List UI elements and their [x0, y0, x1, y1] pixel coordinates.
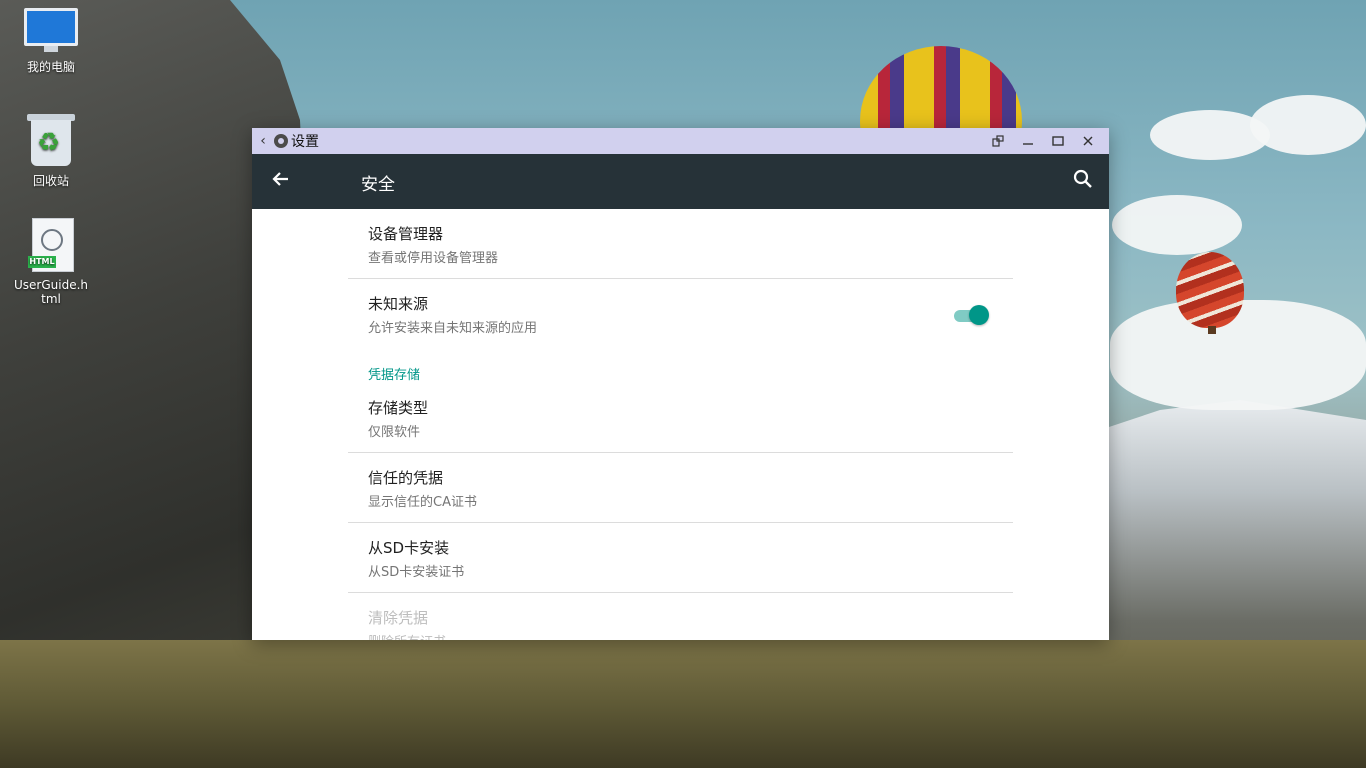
window-controls — [983, 128, 1103, 154]
setting-title: 未知来源 — [368, 295, 429, 313]
setting-summary: 删除所有证书 — [368, 631, 446, 640]
rotate-icon[interactable] — [983, 128, 1013, 154]
gear-icon — [274, 134, 288, 148]
unknown-sources-toggle[interactable] — [954, 305, 989, 325]
recycle-bin-icon: ♻ — [27, 114, 75, 168]
wallpaper-cloud — [1112, 195, 1242, 255]
desktop-icon-label: 我的电脑 — [26, 60, 75, 74]
setting-summary: 仅限软件 — [368, 425, 421, 440]
desktop-icon-userguide-html[interactable]: HTML UserGuide.h tml — [11, 218, 91, 306]
page-title: 安全 — [361, 175, 395, 195]
minimize-icon[interactable] — [1013, 128, 1043, 154]
setting-summary: 显示信任的CA证书 — [368, 495, 477, 510]
setting-unknown-sources[interactable]: 未知来源 允许安装来自未知来源的应用 — [348, 279, 1013, 349]
setting-title: 从SD卡安装 — [368, 539, 450, 557]
globe-icon — [41, 229, 63, 251]
setting-install-from-sd[interactable]: 从SD卡安装 从SD卡安装证书 — [348, 523, 1013, 593]
window-titlebar[interactable]: ‹ 设置 — [252, 128, 1109, 154]
wallpaper-balloon-basket — [1208, 326, 1216, 334]
html-badge: HTML — [28, 256, 56, 268]
setting-summary: 从SD卡安装证书 — [368, 565, 465, 580]
wallpaper-balloon-small — [1176, 252, 1244, 328]
setting-summary: 允许安装来自未知来源的应用 — [368, 321, 538, 336]
computer-icon — [24, 8, 78, 54]
back-arrow-icon[interactable] — [268, 168, 294, 194]
wallpaper-cloud — [1250, 95, 1366, 155]
window-title: 设置 — [291, 134, 319, 150]
desktop-icon-recycle-bin[interactable]: ♻ 回收站 — [11, 114, 91, 189]
html-file-icon: HTML — [28, 218, 74, 274]
settings-list: 设备管理器 查看或停用设备管理器 未知来源 允许安装来自未知来源的应用 凭据存储… — [252, 209, 1109, 640]
desktop-icon-my-computer[interactable]: 我的电脑 — [11, 8, 91, 75]
back-chevron-icon[interactable]: ‹ — [252, 133, 274, 149]
setting-title: 存储类型 — [368, 399, 429, 417]
section-header-credential-storage: 凭据存储 — [368, 368, 421, 383]
setting-title: 清除凭据 — [368, 609, 429, 627]
setting-clear-credentials: 清除凭据 删除所有证书 — [348, 593, 1013, 640]
setting-title: 设备管理器 — [368, 225, 444, 243]
desktop-icon-label: UserGuide.h tml — [13, 278, 88, 306]
wallpaper-ground — [0, 640, 1366, 768]
wallpaper-cloud — [1110, 300, 1366, 410]
maximize-icon[interactable] — [1043, 128, 1073, 154]
setting-title: 信任的凭据 — [368, 469, 444, 487]
app-toolbar: 安全 — [252, 154, 1109, 209]
setting-device-admin[interactable]: 设备管理器 查看或停用设备管理器 — [348, 209, 1013, 279]
desktop-icon-label: 回收站 — [32, 174, 69, 188]
setting-trusted-credentials[interactable]: 信任的凭据 显示信任的CA证书 — [348, 453, 1013, 523]
search-icon[interactable] — [1071, 167, 1099, 195]
settings-window: ‹ 设置 安全 设备管理器 查看或停用设备管理器 未知来源 允许安装来自未知来源… — [252, 128, 1109, 640]
setting-summary: 查看或停用设备管理器 — [368, 251, 499, 266]
close-icon[interactable] — [1073, 128, 1103, 154]
setting-storage-type[interactable]: 存储类型 仅限软件 — [348, 383, 1013, 453]
toggle-thumb — [969, 305, 989, 325]
